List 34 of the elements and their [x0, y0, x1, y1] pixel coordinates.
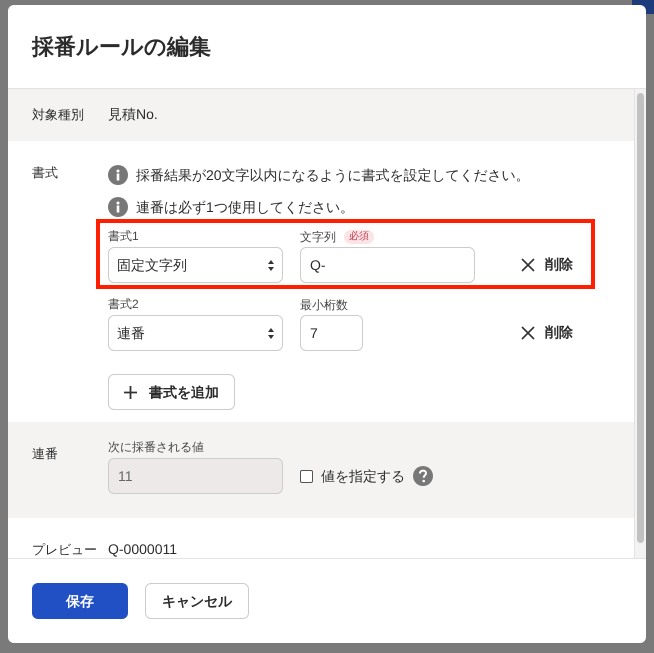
field-label: 次に採番される値 [108, 439, 205, 456]
preview-value: Q-0000011 [108, 541, 178, 557]
help-icon[interactable] [413, 466, 433, 486]
close-icon [521, 258, 535, 272]
delete-button[interactable]: 削除 [521, 322, 573, 343]
info-icon [108, 197, 128, 217]
plus-icon [124, 386, 137, 398]
required-badge: 必須 [344, 230, 374, 244]
text-field[interactable]: Q- [300, 247, 475, 283]
row-label: 対象種別 [31, 106, 85, 124]
sort-arrows-icon [268, 260, 274, 270]
dialog-title: 採番ルールの編集 [32, 33, 211, 61]
text-field[interactable]: 7 [300, 315, 363, 351]
checkbox-label: 値を指定する [321, 466, 405, 486]
row-label: プレビュー [31, 541, 98, 558]
field-label: 文字列 [300, 229, 336, 246]
row-value: 見積No. [108, 106, 158, 122]
add-format-button[interactable]: 書式を追加 [108, 374, 235, 410]
select-field[interactable]: 連番 [108, 315, 283, 351]
delete-button[interactable]: 削除 [521, 254, 573, 275]
field-label: 最小桁数 [300, 297, 348, 314]
select-field[interactable]: 固定文字列 [108, 247, 283, 283]
field-label: 書式1 [108, 228, 140, 245]
save-button[interactable]: 保存 [32, 583, 128, 619]
cancel-button[interactable]: キャンセル [145, 583, 249, 619]
sort-arrows-icon [268, 328, 274, 338]
field-label: 書式2 [108, 296, 140, 313]
notice-text: 連番は必ず1つ使用してください。 [136, 198, 354, 217]
scrollbar-thumb[interactable] [637, 93, 644, 543]
close-icon [521, 326, 535, 340]
row-label: 書式 [31, 164, 59, 182]
row-label: 連番 [31, 445, 59, 463]
notice-text: 採番結果が20文字以内になるように書式を設定してください。 [136, 166, 530, 184]
info-icon [108, 165, 128, 185]
